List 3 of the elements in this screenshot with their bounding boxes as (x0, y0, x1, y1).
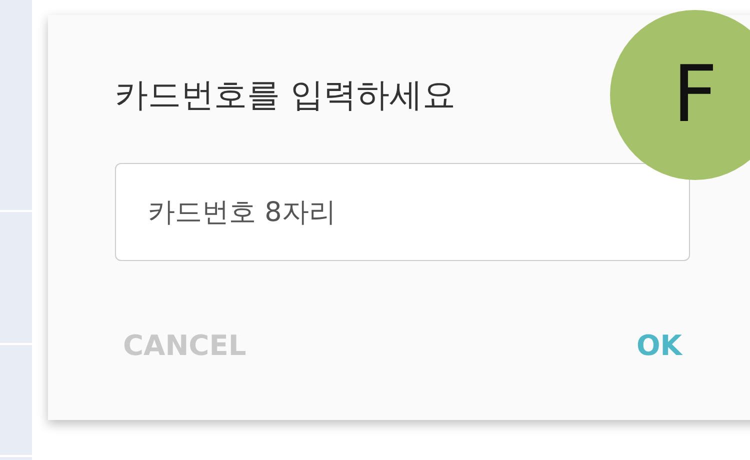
ok-button[interactable]: OK (628, 323, 690, 368)
dialog-title: 카드번호를 입력하세요 (115, 75, 456, 115)
input-field[interactable]: 카드번호 8자리 (115, 163, 690, 261)
